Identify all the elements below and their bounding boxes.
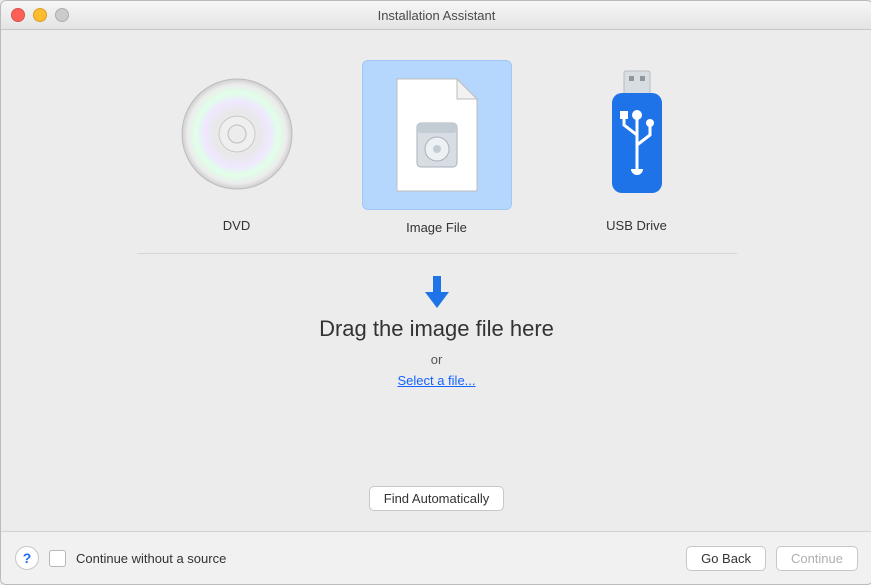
source-label-usb: USB Drive bbox=[606, 218, 667, 233]
select-file-link[interactable]: Select a file... bbox=[397, 373, 475, 388]
source-options: DVD Image File bbox=[157, 60, 717, 235]
arrow-down-icon bbox=[421, 274, 453, 310]
traffic-lights bbox=[11, 8, 69, 22]
zoom-window-button bbox=[55, 8, 69, 22]
image-file-icon bbox=[362, 60, 512, 210]
find-automatically-button[interactable]: Find Automatically bbox=[369, 486, 505, 511]
dvd-icon bbox=[163, 60, 311, 208]
minimize-window-button[interactable] bbox=[33, 8, 47, 22]
drop-or: or bbox=[431, 352, 443, 367]
go-back-button[interactable]: Go Back bbox=[686, 546, 766, 571]
help-icon: ? bbox=[23, 550, 32, 566]
footer: ? Continue without a source Go Back Cont… bbox=[1, 531, 871, 584]
source-option-usb[interactable]: USB Drive bbox=[557, 60, 717, 235]
window-title: Installation Assistant bbox=[1, 8, 871, 23]
titlebar: Installation Assistant bbox=[1, 1, 871, 30]
source-label-dvd: DVD bbox=[223, 218, 250, 233]
continue-without-source-checkbox[interactable] bbox=[49, 550, 66, 567]
divider bbox=[137, 253, 737, 254]
source-option-dvd[interactable]: DVD bbox=[157, 60, 317, 235]
window: Installation Assistant bbox=[0, 0, 871, 585]
source-option-image-file[interactable]: Image File bbox=[357, 60, 517, 235]
source-label-image-file: Image File bbox=[406, 220, 467, 235]
usb-drive-icon bbox=[563, 60, 711, 208]
help-button[interactable]: ? bbox=[15, 546, 39, 570]
drop-heading: Drag the image file here bbox=[319, 316, 554, 342]
continue-button: Continue bbox=[776, 546, 858, 571]
close-window-button[interactable] bbox=[11, 8, 25, 22]
content: DVD Image File bbox=[1, 30, 871, 531]
continue-without-source-label: Continue without a source bbox=[76, 551, 226, 566]
